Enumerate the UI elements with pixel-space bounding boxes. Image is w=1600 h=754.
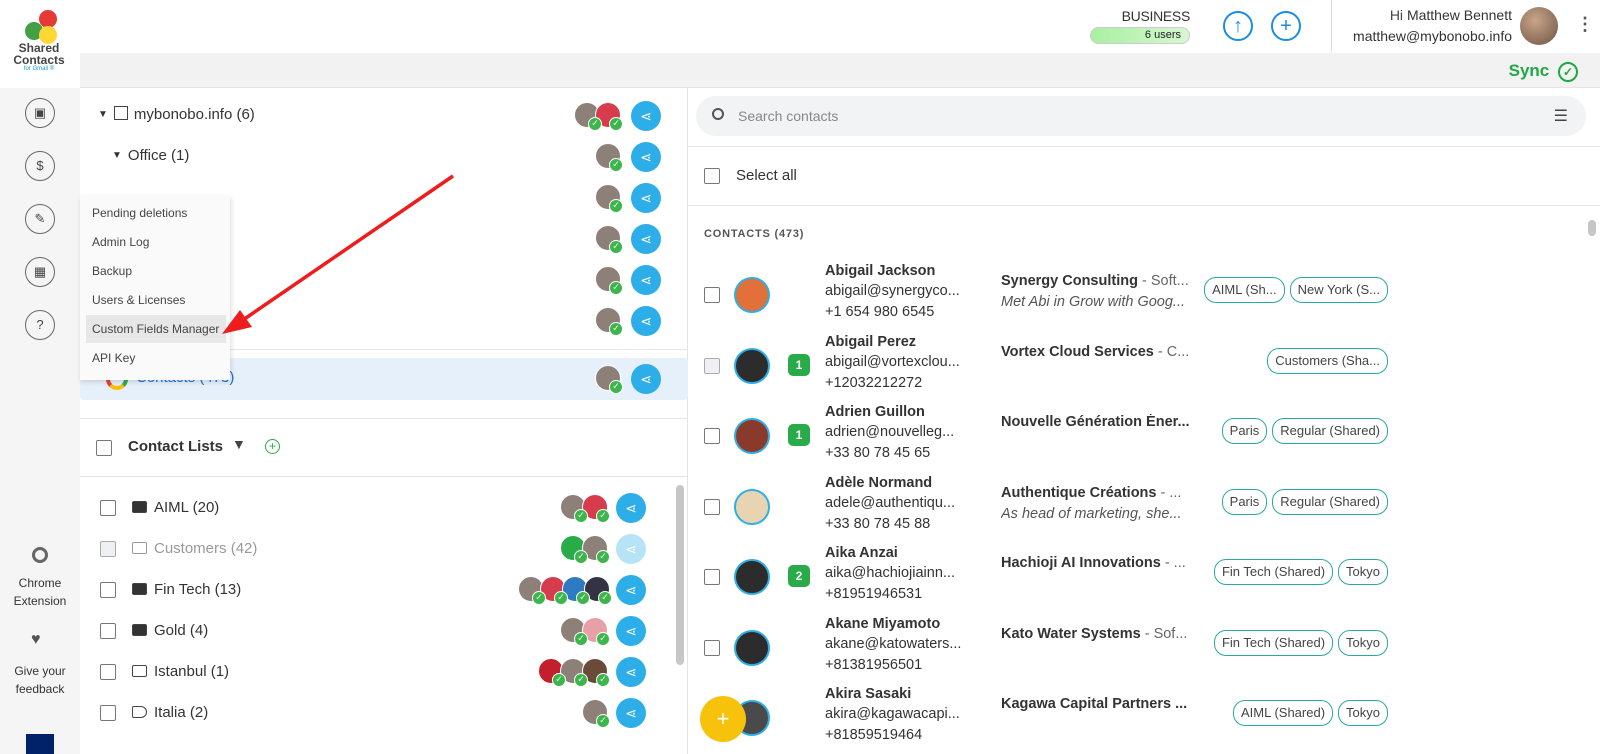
annotation-arrow [222, 174, 454, 334]
